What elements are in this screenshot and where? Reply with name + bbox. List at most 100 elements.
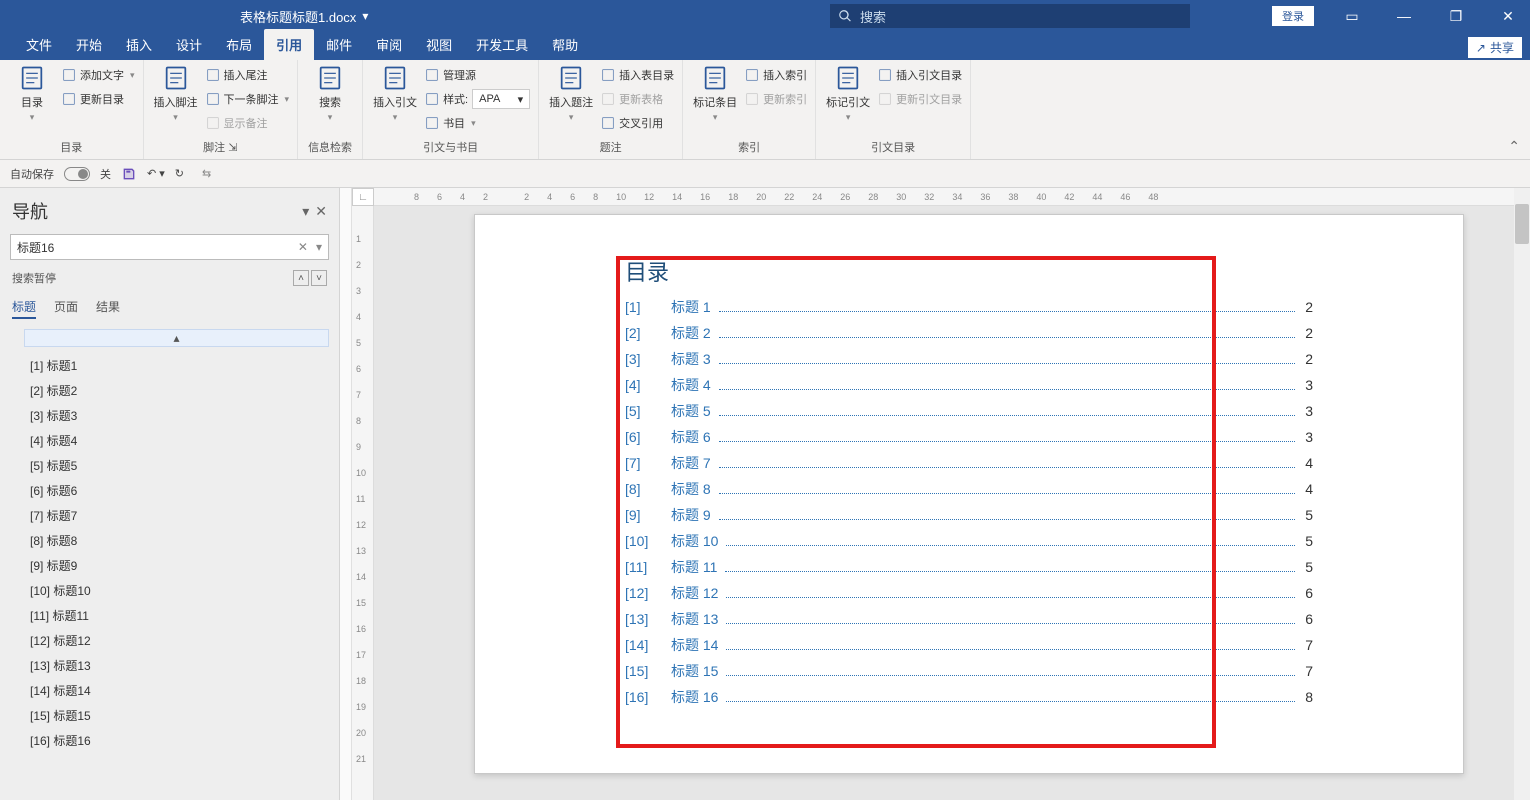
nav-search-dropdown-icon[interactable]: ▾ bbox=[316, 240, 322, 254]
tab-帮助[interactable]: 帮助 bbox=[540, 29, 590, 60]
ribbon-item-下一条脚注[interactable]: 下一条脚注▾ bbox=[206, 88, 290, 110]
ribbon-插入脚注[interactable]: 插入脚注▾ bbox=[152, 64, 200, 123]
toc-entry[interactable]: [2]标题 22 bbox=[625, 323, 1313, 343]
tab-selector[interactable]: ∟ bbox=[352, 188, 374, 206]
share-button[interactable]: ↗ 共享 bbox=[1468, 37, 1522, 58]
nav-dropdown-icon[interactable]: ▾ bbox=[302, 203, 309, 220]
ribbon-标记条目[interactable]: 标记条目▾ bbox=[691, 64, 739, 123]
nav-search-clear-icon[interactable]: ✕ bbox=[294, 240, 312, 254]
nav-heading-item[interactable]: [9] 标题9 bbox=[30, 553, 329, 578]
ribbon-item-书目[interactable]: 书目▾ bbox=[425, 112, 530, 134]
autosave-label: 自动保存 bbox=[10, 166, 54, 182]
close-button[interactable]: ✕ bbox=[1486, 0, 1530, 32]
minimize-button[interactable]: — bbox=[1382, 0, 1426, 32]
login-button[interactable]: 登录 bbox=[1272, 6, 1314, 26]
toc-entry[interactable]: [12]标题 126 bbox=[625, 583, 1313, 603]
nav-heading-item[interactable]: [13] 标题13 bbox=[30, 653, 329, 678]
nav-heading-item[interactable]: [8] 标题8 bbox=[30, 528, 329, 553]
nav-heading-item[interactable]: [7] 标题7 bbox=[30, 503, 329, 528]
tab-视图[interactable]: 视图 bbox=[414, 29, 464, 60]
nav-close-icon[interactable]: ✕ bbox=[315, 203, 327, 220]
ribbon-item-样式:[interactable]: 样式:APA ▾ bbox=[425, 88, 530, 110]
toc-leader bbox=[719, 354, 1295, 364]
ribbon-目录[interactable]: 目录▾ bbox=[8, 64, 56, 123]
nav-tab-结果[interactable]: 结果 bbox=[96, 298, 120, 319]
tab-引用[interactable]: 引用 bbox=[264, 29, 314, 60]
nav-next-result[interactable]: ˅ bbox=[311, 270, 327, 286]
nav-heading-item[interactable]: [15] 标题15 bbox=[30, 703, 329, 728]
nav-heading-item[interactable]: [12] 标题12 bbox=[30, 628, 329, 653]
nav-heading-item[interactable]: [2] 标题2 bbox=[30, 378, 329, 403]
tab-审阅[interactable]: 审阅 bbox=[364, 29, 414, 60]
ribbon-item-插入表目录[interactable]: 插入表目录 bbox=[601, 64, 674, 86]
nav-prev-result[interactable]: ˄ bbox=[293, 270, 309, 286]
ribbon-item-管理源[interactable]: 管理源 bbox=[425, 64, 530, 86]
toc-entry[interactable]: [13]标题 136 bbox=[625, 609, 1313, 629]
toc-entry[interactable]: [5]标题 53 bbox=[625, 401, 1313, 421]
tab-邮件[interactable]: 邮件 bbox=[314, 29, 364, 60]
toc-entry[interactable]: [15]标题 157 bbox=[625, 661, 1313, 681]
nav-heading-item[interactable]: [14] 标题14 bbox=[30, 678, 329, 703]
filename-dropdown-icon[interactable]: ▾ bbox=[362, 9, 368, 23]
toc-entry[interactable]: [9]标题 95 bbox=[625, 505, 1313, 525]
ribbon-group-脚注: 插入脚注▾插入尾注下一条脚注▾显示备注脚注 ⇲ bbox=[144, 60, 299, 159]
nav-heading-item[interactable]: [1] 标题1 bbox=[30, 353, 329, 378]
toc-index: [12] bbox=[625, 585, 671, 601]
toc-entry[interactable]: [16]标题 168 bbox=[625, 687, 1313, 707]
save-icon[interactable] bbox=[121, 166, 137, 182]
toc-entry[interactable]: [14]标题 147 bbox=[625, 635, 1313, 655]
group-label: 目录 bbox=[8, 139, 135, 157]
nav-heading-item[interactable]: [6] 标题6 bbox=[30, 478, 329, 503]
tab-文件[interactable]: 文件 bbox=[14, 29, 64, 60]
tab-插入[interactable]: 插入 bbox=[114, 29, 164, 60]
toc-entry[interactable]: [8]标题 84 bbox=[625, 479, 1313, 499]
toc-page: 4 bbox=[1299, 455, 1313, 471]
ribbon-item-添加文字[interactable]: 添加文字▾ bbox=[62, 64, 135, 86]
nav-collapse-all[interactable]: ▴ bbox=[24, 329, 329, 347]
nav-heading-item[interactable]: [11] 标题11 bbox=[30, 603, 329, 628]
vertical-scrollbar[interactable] bbox=[1514, 188, 1530, 800]
nav-heading-item[interactable]: [3] 标题3 bbox=[30, 403, 329, 428]
tab-开发工具[interactable]: 开发工具 bbox=[464, 29, 540, 60]
tab-设计[interactable]: 设计 bbox=[164, 29, 214, 60]
nav-tab-页面[interactable]: 页面 bbox=[54, 298, 78, 319]
ribbon-item-插入索引[interactable]: 插入索引 bbox=[745, 64, 807, 86]
scrollbar-thumb[interactable] bbox=[1515, 204, 1529, 244]
ribbon-标记引文[interactable]: 标记引文▾ bbox=[824, 64, 872, 123]
qat-customize[interactable]: ⇆ bbox=[202, 167, 211, 180]
ribbon-item-交叉引用[interactable]: 交叉引用 bbox=[601, 112, 674, 134]
collapse-ribbon-button[interactable]: ⌃ bbox=[1498, 134, 1530, 159]
nav-search-input[interactable]: 标题16 ✕ ▾ bbox=[10, 234, 329, 260]
toc-entry[interactable]: [10]标题 105 bbox=[625, 531, 1313, 551]
style-select[interactable]: APA ▾ bbox=[472, 89, 530, 109]
ribbon-display-button[interactable]: ▭ bbox=[1330, 0, 1374, 32]
toc-entry[interactable]: [3]标题 32 bbox=[625, 349, 1313, 369]
nav-heading-item[interactable]: [4] 标题4 bbox=[30, 428, 329, 453]
horizontal-ruler[interactable]: 8642246810121416182022242628303234363840… bbox=[374, 188, 1530, 206]
nav-heading-item[interactable]: [16] 标题16 bbox=[30, 728, 329, 753]
toc-entry[interactable]: [1]标题 12 bbox=[625, 297, 1313, 317]
nav-heading-item[interactable]: [10] 标题10 bbox=[30, 578, 329, 603]
maximize-button[interactable]: ❐ bbox=[1434, 0, 1478, 32]
pane-splitter[interactable] bbox=[340, 188, 352, 800]
vertical-ruler[interactable]: ∟ 123456789101112131415161718192021 bbox=[352, 188, 374, 800]
toc-entry[interactable]: [7]标题 74 bbox=[625, 453, 1313, 473]
ribbon-插入引文[interactable]: 插入引文▾ bbox=[371, 64, 419, 123]
toc-entry[interactable]: [4]标题 43 bbox=[625, 375, 1313, 395]
tab-布局[interactable]: 布局 bbox=[214, 29, 264, 60]
nav-heading-item[interactable]: [5] 标题5 bbox=[30, 453, 329, 478]
search-box[interactable]: 搜索 bbox=[830, 4, 1190, 28]
ribbon-item-插入引文目录[interactable]: 插入引文目录 bbox=[878, 64, 962, 86]
toc-entry[interactable]: [6]标题 63 bbox=[625, 427, 1313, 447]
autosave-toggle[interactable] bbox=[64, 167, 90, 181]
ribbon-插入题注[interactable]: 插入题注▾ bbox=[547, 64, 595, 123]
ribbon-item-更新目录[interactable]: 更新目录 bbox=[62, 88, 135, 110]
ribbon-搜索[interactable]: 搜索▾ bbox=[306, 64, 354, 123]
nav-tab-标题[interactable]: 标题 bbox=[12, 298, 36, 319]
undo-button[interactable]: ↶ ▾ bbox=[147, 167, 165, 180]
toc-entry[interactable]: [11]标题 115 bbox=[625, 557, 1313, 577]
document-page[interactable]: 目录 [1]标题 12[2]标题 22[3]标题 32[4]标题 43[5]标题… bbox=[474, 214, 1464, 774]
ribbon-item-插入尾注[interactable]: 插入尾注 bbox=[206, 64, 290, 86]
redo-button[interactable]: ↻ bbox=[175, 167, 184, 180]
tab-开始[interactable]: 开始 bbox=[64, 29, 114, 60]
